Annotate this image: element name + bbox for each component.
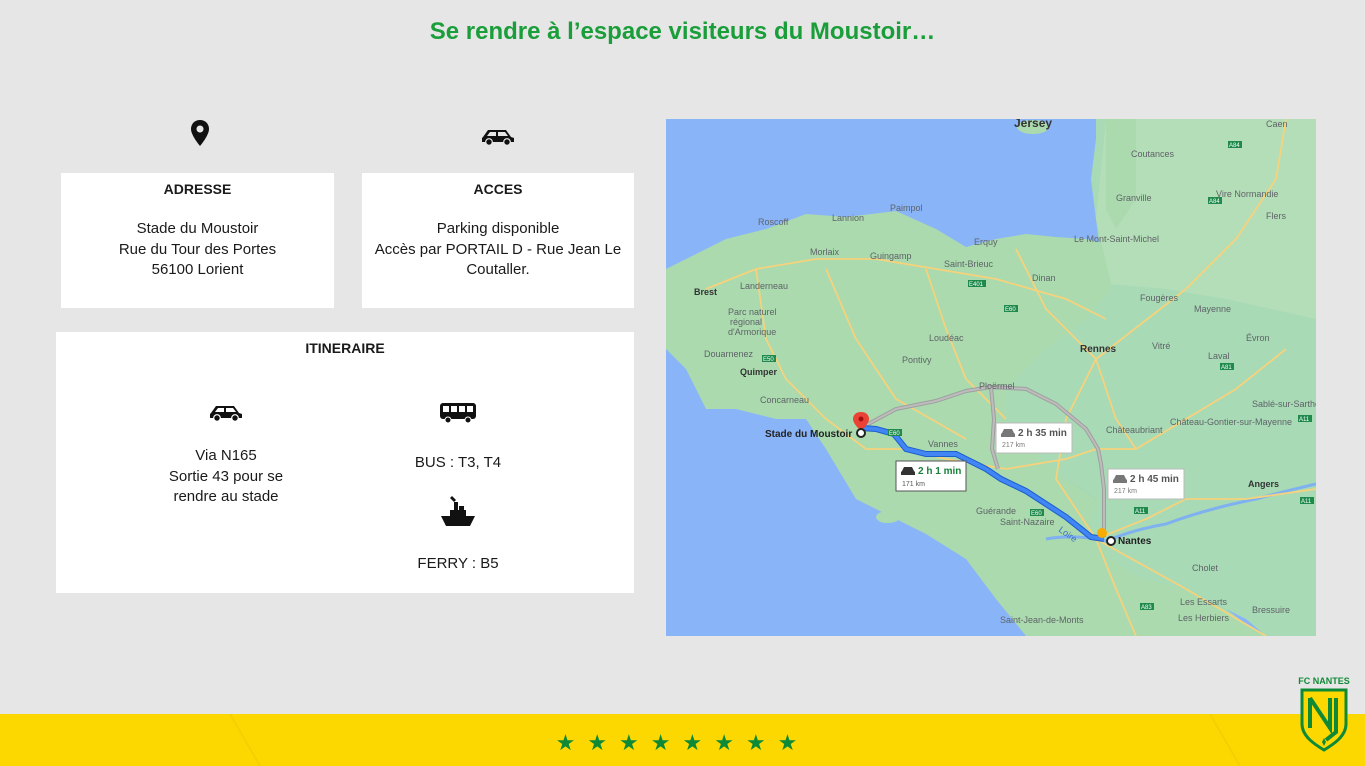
map-label: Vire Normandie [1216, 189, 1278, 199]
road-shield: E60 [1005, 307, 1016, 313]
map-label: Morlaix [810, 247, 840, 257]
address-line: Rue du Tour des Portes [118, 240, 277, 258]
map-label: Concarneau [760, 395, 809, 405]
map-label: Châteaubriant [1106, 425, 1163, 435]
road-shield: E401 [969, 282, 984, 288]
map-label: Coutances [1131, 149, 1175, 159]
map-label: Erquy [974, 237, 998, 247]
access-line: Coutaller. [466, 261, 530, 278]
car-directions: Via N165 Sortie 43 pour se rendre au sta… [146, 446, 306, 508]
access-heading: ACCES [473, 181, 523, 197]
map-label: régional [730, 317, 762, 327]
itinerary-card: ITINERAIRE Via N165 Sortie 43 pour se re… [56, 332, 634, 593]
map-label: Le Mont-Saint-Michel [1074, 234, 1159, 244]
route-time: 2 h 1 min [918, 466, 961, 477]
map-label: Saint-Jean-de-Monts [1000, 615, 1084, 625]
map-label: Ploërmel [979, 381, 1015, 391]
road-shield: A11 [1301, 499, 1312, 505]
map-label: Loudéac [929, 333, 964, 343]
map-label: Mayenne [1194, 304, 1231, 314]
map-label: Château-Gontier-sur-Mayenne [1170, 417, 1292, 427]
map-label: Granville [1116, 193, 1152, 203]
map-label: Nantes [1118, 536, 1152, 547]
map-label: Bressuire [1252, 605, 1290, 615]
map-label: Vannes [928, 439, 958, 449]
bus-icon [440, 403, 476, 424]
map-label: Laval [1208, 351, 1230, 361]
route-distance: 217 km [1002, 442, 1025, 449]
road-shield: A83 [1141, 605, 1152, 611]
road-shield: A11 [1135, 509, 1146, 515]
map-label: Lannion [832, 213, 864, 223]
ferry-icon [441, 496, 475, 526]
map-label: Rennes [1080, 344, 1117, 355]
route-callout[interactable]: 2 h 45 min 217 km [1107, 468, 1185, 500]
route-time: 2 h 45 min [1130, 474, 1179, 485]
map-label: Les Essarts [1180, 597, 1228, 607]
road-shield: E60 [889, 431, 900, 437]
map-canvas: Jersey Caen Coutances Granville Vire Nor… [666, 119, 1316, 636]
map-label: Les Herbiers [1178, 613, 1230, 623]
map-label: Paimpol [890, 203, 923, 213]
map-label: Fougères [1140, 293, 1179, 303]
address-line: 56100 Lorient [151, 261, 244, 278]
footer-band: ★★★★★★★★ [0, 714, 1365, 766]
route-distance: 171 km [902, 481, 925, 488]
access-card: ACCES Parking disponible Accès par PORTA… [362, 173, 634, 308]
map-label: Cholet [1192, 563, 1219, 573]
map-label: Vitré [1152, 341, 1170, 351]
route-callout[interactable]: 2 h 35 min 217 km [995, 422, 1073, 454]
map-label: Saint-Brieuc [944, 259, 994, 269]
map-label: d'Armorique [728, 327, 776, 337]
map-label: Stade du Moustoir [765, 429, 852, 440]
page-title: Se rendre à l’espace visiteurs du Mousto… [429, 18, 936, 45]
map-label: Guérande [976, 506, 1016, 516]
logo-text: FC NANTES [1298, 676, 1350, 686]
address-line: Stade du Moustoir [136, 220, 259, 237]
car-icon [210, 406, 242, 422]
car-directions-line: rendre au stade [173, 488, 279, 505]
map-label: Dinan [1032, 273, 1056, 283]
route-callout[interactable]: 2 h 1 min 171 km [895, 460, 967, 492]
map-label: Angers [1248, 479, 1279, 489]
access-line: Parking disponible [436, 220, 560, 237]
access-line: Accès par PORTAIL D - Rue Jean Le [374, 240, 622, 258]
map-label: Évron [1246, 333, 1270, 343]
road-shield: A84 [1209, 199, 1220, 205]
road-shield: E50 [763, 357, 774, 363]
car-directions-line: Via N165 [195, 447, 257, 464]
road-shield: A11 [1299, 417, 1310, 423]
ferry-line: FERRY : B5 [417, 555, 499, 572]
road-shield: A84 [1229, 143, 1240, 149]
route-map[interactable]: Jersey Caen Coutances Granville Vire Nor… [666, 119, 1316, 636]
route-distance: 217 km [1114, 488, 1137, 495]
map-label: Saint-Nazaire [1000, 517, 1055, 527]
address-card: ADRESSE Stade du Moustoir Rue du Tour de… [61, 173, 334, 308]
map-label: Quimper [740, 367, 778, 377]
map-label: Pontivy [902, 355, 932, 365]
route-time: 2 h 35 min [1018, 428, 1067, 439]
map-label: Landerneau [740, 281, 788, 291]
road-shield: E60 [1031, 511, 1042, 517]
map-label: Sablé-sur-Sarthe [1252, 399, 1316, 409]
club-logo: FC NANTES [1292, 676, 1356, 756]
logo-crest [1300, 688, 1348, 752]
map-label: Flers [1266, 211, 1286, 221]
car-directions-line: Sortie 43 pour se [168, 467, 284, 485]
map-label: Guingamp [870, 251, 912, 261]
road-shield: A81 [1221, 365, 1232, 371]
car-icon [482, 130, 514, 146]
map-label: Jersey [1014, 119, 1052, 130]
bus-lines: BUS : T3, T4 [414, 454, 502, 471]
map-label: Brest [694, 287, 717, 297]
address-heading: ADRESSE [163, 181, 232, 197]
star-rating: ★★★★★★★★ [555, 730, 810, 755]
map-label: Parc naturel [728, 307, 777, 317]
itinerary-heading: ITINERAIRE [305, 340, 385, 356]
map-label: Caen [1266, 119, 1288, 129]
map-label: Douarnenez [704, 349, 754, 359]
map-label: Roscoff [758, 217, 789, 227]
map-pin-icon [191, 120, 209, 146]
